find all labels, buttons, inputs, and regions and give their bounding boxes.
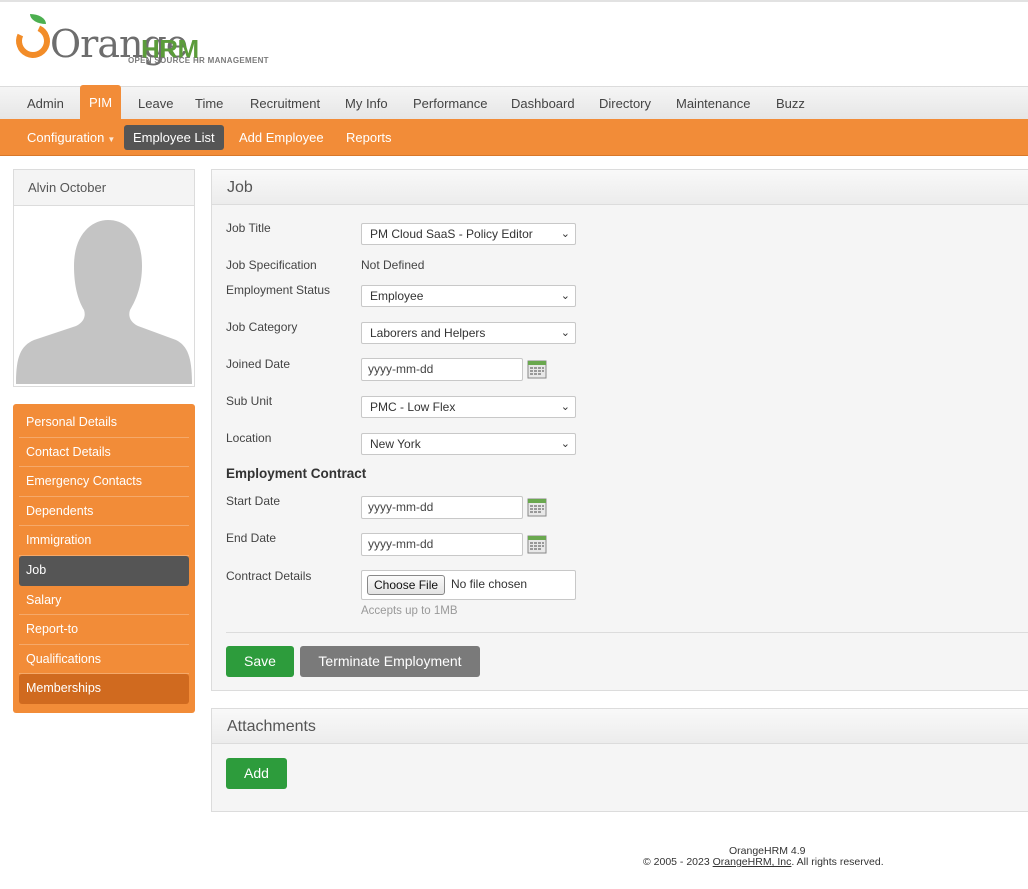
menu-admin[interactable]: Admin [27, 87, 64, 120]
menu-buzz[interactable]: Buzz [776, 87, 805, 120]
job-title-value: PM Cloud SaaS - Policy Editor [370, 227, 533, 241]
top-border [0, 0, 1028, 2]
footer-copyright: © 2005 - 2023 OrangeHRM, Inc. All rights… [643, 857, 884, 868]
menu-recruitment[interactable]: Recruitment [250, 87, 320, 120]
submenu-configuration-label: Configuration [27, 130, 105, 145]
job-category-select[interactable]: Laborers and Helpers ⌄ [361, 322, 576, 344]
chevron-down-icon: ⌄ [560, 401, 570, 413]
sidemenu-immigration[interactable]: Immigration [19, 526, 189, 556]
calendar-icon[interactable] [527, 534, 547, 554]
job-panel-title: Job [212, 170, 1028, 205]
job-spec-value: Not Defined [361, 258, 425, 272]
logo-leaf-icon [30, 14, 46, 24]
contract-details-label: Contract Details [226, 569, 312, 583]
footer-copyright-prefix: © 2005 - 2023 [643, 856, 713, 868]
location-label: Location [226, 431, 272, 445]
choose-file-button[interactable]: Choose File [367, 575, 446, 595]
chevron-down-icon: ▼ [107, 135, 116, 144]
submenu-configuration[interactable]: Configuration ▼ [18, 125, 124, 150]
avatar-silhouette-icon [16, 220, 192, 384]
calendar-icon[interactable] [527, 359, 547, 379]
employee-photo[interactable] [16, 208, 192, 384]
job-panel: Job Job Title PM Cloud SaaS - Policy Edi… [211, 169, 1028, 691]
job-spec-label: Job Specification [226, 258, 317, 272]
sub-unit-select[interactable]: PMC - Low Flex ⌄ [361, 396, 576, 418]
chevron-down-icon: ⌄ [560, 228, 570, 240]
logo-tagline: OPEN SOURCE HR MANAGEMENT [128, 56, 269, 65]
chevron-down-icon: ⌄ [560, 290, 570, 302]
sidemenu-dependents[interactable]: Dependents [19, 497, 189, 527]
start-date-input[interactable]: yyyy-mm-dd [361, 496, 523, 519]
employment-status-select[interactable]: Employee ⌄ [361, 285, 576, 307]
location-select[interactable]: New York ⌄ [361, 433, 576, 455]
menu-leave[interactable]: Leave [138, 87, 173, 120]
sidemenu-report-to[interactable]: Report-to [19, 615, 189, 645]
sidemenu-salary[interactable]: Salary [19, 586, 189, 616]
save-button[interactable]: Save [226, 646, 294, 677]
sidemenu-qualifications[interactable]: Qualifications [19, 645, 189, 675]
submenu-reports[interactable]: Reports [337, 125, 401, 150]
orangehrm-logo[interactable]: Orange HRM OPEN SOURCE HR MANAGEMENT [11, 12, 276, 72]
file-status: No file chosen [451, 577, 528, 591]
main-menu: Admin PIM Leave Time Recruitment My Info… [0, 85, 1028, 120]
employment-contract-heading: Employment Contract [226, 466, 367, 481]
attachments-title: Attachments [212, 709, 1028, 744]
employee-profile-card: Alvin October [13, 169, 195, 387]
job-category-label: Job Category [226, 320, 298, 334]
chevron-down-icon: ⌄ [560, 438, 570, 450]
terminate-employment-button[interactable]: Terminate Employment [300, 646, 480, 677]
employment-status-value: Employee [370, 289, 424, 303]
job-title-select[interactable]: PM Cloud SaaS - Policy Editor ⌄ [361, 223, 576, 245]
footer: OrangeHRM 4.9 © 2005 - 2023 OrangeHRM, I… [643, 846, 884, 868]
sidemenu-memberships[interactable]: Memberships [19, 674, 189, 704]
sub-unit-label: Sub Unit [226, 394, 273, 408]
sidemenu-contact-details[interactable]: Contact Details [19, 438, 189, 468]
start-date-label: Start Date [226, 494, 281, 508]
menu-performance[interactable]: Performance [413, 87, 487, 120]
employment-status-label: Employment Status [226, 283, 331, 297]
submenu-employee-list[interactable]: Employee List [124, 125, 224, 150]
footer-company-link[interactable]: OrangeHRM, Inc [713, 856, 792, 868]
file-size-hint: Accepts up to 1MB [361, 605, 458, 617]
menu-time[interactable]: Time [195, 87, 223, 120]
menu-pim[interactable]: PIM [80, 85, 121, 120]
job-category-value: Laborers and Helpers [370, 326, 486, 340]
end-date-input[interactable]: yyyy-mm-dd [361, 533, 523, 556]
form-divider [226, 632, 1028, 633]
joined-date-label: Joined Date [226, 357, 291, 371]
sidemenu-emergency-contacts[interactable]: Emergency Contacts [19, 467, 189, 497]
footer-copyright-suffix: . All rights reserved. [791, 856, 884, 868]
add-attachment-button[interactable]: Add [226, 758, 287, 789]
submenu-add-employee[interactable]: Add Employee [230, 125, 333, 150]
menu-dashboard[interactable]: Dashboard [511, 87, 575, 120]
employee-name: Alvin October [14, 170, 194, 206]
sidemenu-personal-details[interactable]: Personal Details [19, 408, 189, 438]
end-date-label: End Date [226, 531, 277, 545]
attachments-panel: Attachments Add [211, 708, 1028, 812]
joined-date-input[interactable]: yyyy-mm-dd [361, 358, 523, 381]
employee-side-menu: Personal Details Contact Details Emergen… [13, 404, 195, 713]
location-value: New York [370, 437, 421, 451]
job-title-label: Job Title [226, 221, 271, 235]
chevron-down-icon: ⌄ [560, 327, 570, 339]
calendar-icon[interactable] [527, 497, 547, 517]
menu-my-info[interactable]: My Info [345, 87, 388, 120]
sub-unit-value: PMC - Low Flex [370, 400, 456, 414]
sidemenu-job[interactable]: Job [19, 555, 189, 586]
contract-file-input: Choose File No file chosen [361, 570, 576, 600]
menu-directory[interactable]: Directory [599, 87, 651, 120]
menu-maintenance[interactable]: Maintenance [676, 87, 750, 120]
logo-orange-icon [11, 19, 55, 63]
sub-menu: Configuration ▼ Employee List Add Employe… [0, 119, 1028, 156]
